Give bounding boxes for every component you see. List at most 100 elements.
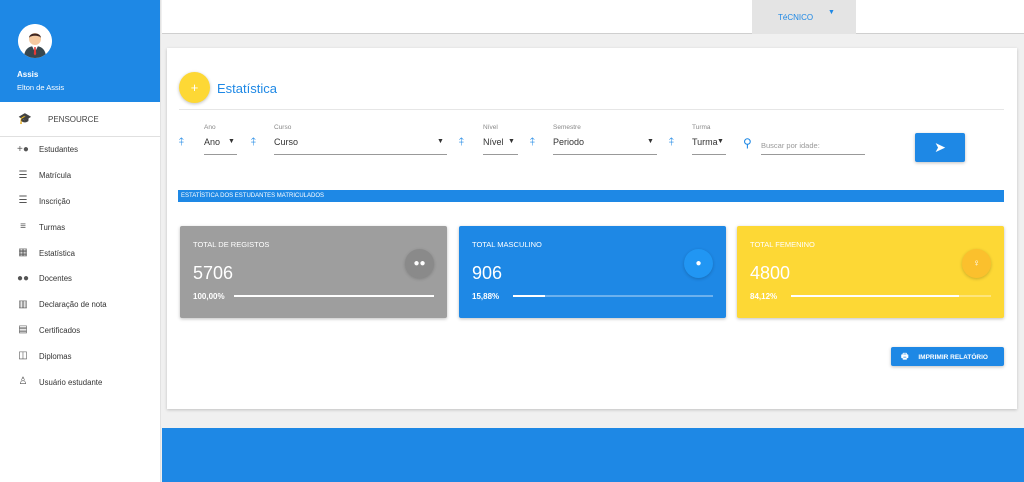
sidebar-item-matricula[interactable]: ☰ Matrícula — [0, 163, 160, 189]
list-numbered-icon: ☰ — [18, 169, 28, 181]
sidebar-item-usuario-estudante[interactable]: ♙ Usuário estudante — [0, 369, 160, 395]
add-person-icon: +● — [17, 143, 29, 155]
statistics-card: + Estatística ⤉ Ano Ano ▼ ⤉ Curso Curso … — [167, 48, 1017, 409]
stat-progress-bar — [791, 295, 991, 297]
stat-label: TOTAL MASCULINO — [472, 240, 542, 249]
print-report-label: IMPRIMIR RELATÓRIO — [918, 354, 988, 361]
printer-icon: 🖶 — [901, 352, 909, 361]
stat-progress-fill — [234, 295, 434, 297]
ano-filter[interactable]: ⤉ Ano Ano ▼ — [179, 124, 241, 156]
role-select[interactable]: TéCNICO ▼ — [752, 0, 856, 34]
semestre-filter[interactable]: ⤉ Semestre Periodo ▼ — [530, 124, 658, 156]
semestre-value: Periodo — [553, 137, 585, 147]
send-button[interactable]: ➤ — [915, 133, 965, 162]
nivel-filter[interactable]: ⤉ Nível Nível ▼ — [459, 124, 519, 156]
sidebar-item-inscricao[interactable]: ☰ Inscrição — [0, 189, 160, 215]
profile-full-name: Elton de Assis — [17, 83, 65, 92]
merge-icon: ⤉ — [530, 136, 535, 148]
stat-progress-fill — [513, 295, 545, 297]
caret-down-icon: ▼ — [508, 138, 515, 145]
turma-underline — [692, 154, 726, 155]
profile-short-name: Assis — [17, 70, 39, 79]
stat-value: 4800 — [750, 263, 791, 283]
curso-label: Curso — [274, 124, 292, 131]
nivel-label: Nível — [483, 124, 498, 131]
nivel-underline — [483, 154, 518, 155]
ano-label: Ano — [204, 124, 216, 131]
user-avatar-icon — [18, 24, 52, 58]
brand-label: PENSOURCE — [48, 114, 99, 124]
menu-lines-icon: ≡ — [20, 221, 26, 233]
person-outline-icon: ♙ — [18, 376, 28, 388]
role-select-value: TéCNICO — [778, 13, 814, 22]
print-report-button[interactable]: 🖶 IMPRIMIR RELATÓRIO — [891, 347, 1004, 366]
ano-value: Ano — [204, 137, 221, 147]
curso-underline — [274, 154, 447, 155]
sidebar-item-turmas[interactable]: ≡ Turmas — [0, 214, 160, 240]
sidebar-nav: +● Estudantes ☰ Matrícula ☰ Inscrição ≡ … — [0, 137, 160, 395]
brand-item[interactable]: 🎓 PENSOURCE — [0, 102, 160, 137]
caret-down-icon: ▼ — [437, 138, 444, 145]
sidebar-item-diplomas[interactable]: ◫ Diplomas — [0, 343, 160, 369]
semestre-label: Semestre — [553, 124, 581, 131]
stat-percent: 15,88% — [472, 292, 500, 301]
list-icon: ☰ — [18, 195, 28, 207]
curso-value: Curso — [274, 137, 299, 147]
semestre-underline — [553, 154, 657, 155]
sidebar-item-label: Estatística — [39, 248, 75, 258]
title-divider — [179, 109, 1004, 110]
add-button[interactable]: + — [179, 72, 210, 103]
turma-filter[interactable]: ⤉ Turma Turma ▼ — [669, 124, 729, 156]
merge-icon: ⤉ — [251, 136, 256, 148]
sidebar-item-estatistica[interactable]: ▦ Estatística — [0, 240, 160, 266]
ano-underline — [204, 154, 237, 155]
graduation-cap-icon: 🎓 — [18, 113, 32, 125]
sidebar-item-label: Turmas — [39, 222, 66, 232]
sidebar-item-label: Docentes — [39, 274, 72, 284]
stat-value: 906 — [472, 263, 503, 283]
search-icon: ⚲ — [743, 136, 752, 150]
page-title: Estatística — [217, 81, 277, 96]
female-stat-card: TOTAL FEMENINO 4800 84,12% ♀ — [737, 226, 1004, 318]
avatar[interactable] — [18, 24, 52, 58]
merge-icon: ⤉ — [669, 136, 674, 148]
stat-progress-bar — [234, 295, 434, 297]
group-icon: ●● — [405, 249, 434, 278]
male-stat-card: TOTAL MASCULINO 906 15,88% ● — [459, 226, 726, 318]
woman-icon: ♀ — [962, 249, 991, 278]
top-bar: TéCNICO ▼ — [162, 0, 1024, 34]
stat-progress-fill — [791, 295, 960, 297]
stat-value: 5706 — [193, 263, 234, 283]
curso-filter[interactable]: ⤉ Curso Curso ▼ — [251, 124, 449, 156]
caret-down-icon: ▼ — [647, 138, 654, 145]
dashboard-icon: ▦ — [18, 247, 28, 259]
sidebar-item-label: Certificados — [39, 325, 81, 335]
person-icon: ● — [684, 249, 713, 278]
sidebar-item-certificados[interactable]: ▤ Certificados — [0, 318, 160, 344]
sidebar-item-label: Estudantes — [39, 145, 79, 155]
stat-progress-bar — [513, 295, 713, 297]
nivel-value: Nível — [483, 137, 504, 147]
stat-label: TOTAL FEMENINO — [750, 240, 815, 249]
send-icon: ➤ — [934, 139, 946, 155]
stat-percent: 84,12% — [750, 292, 778, 301]
sidebar-item-label: Inscrição — [39, 196, 71, 206]
profile-header: Assis Elton de Assis — [0, 0, 160, 102]
document-icon: ▤ — [18, 324, 28, 336]
sidebar-item-estudantes[interactable]: +● Estudantes — [0, 137, 160, 163]
sidebar-item-docentes[interactable]: ●● Docentes — [0, 266, 160, 292]
turma-value: Turma — [692, 137, 718, 147]
sidebar-item-label: Usuário estudante — [39, 377, 103, 387]
search-input[interactable] — [761, 137, 865, 155]
sidebar-item-label: Matrícula — [39, 171, 72, 181]
caret-down-icon: ▼ — [228, 138, 235, 145]
turma-label: Turma — [692, 124, 711, 131]
stat-label: TOTAL DE REGISTOS — [193, 240, 270, 249]
sidebar: Assis Elton de Assis 🎓 PENSOURCE +● Estu… — [0, 0, 161, 482]
sidebar-item-declaracao-de-nota[interactable]: ▥ Declaração de nota — [0, 292, 160, 318]
sidebar-item-label: Declaração de nota — [39, 300, 107, 310]
merge-icon: ⤉ — [179, 136, 184, 148]
stat-percent: 100,00% — [193, 292, 225, 301]
people-icon: ●● — [17, 272, 30, 284]
caret-down-icon: ▼ — [717, 138, 724, 145]
